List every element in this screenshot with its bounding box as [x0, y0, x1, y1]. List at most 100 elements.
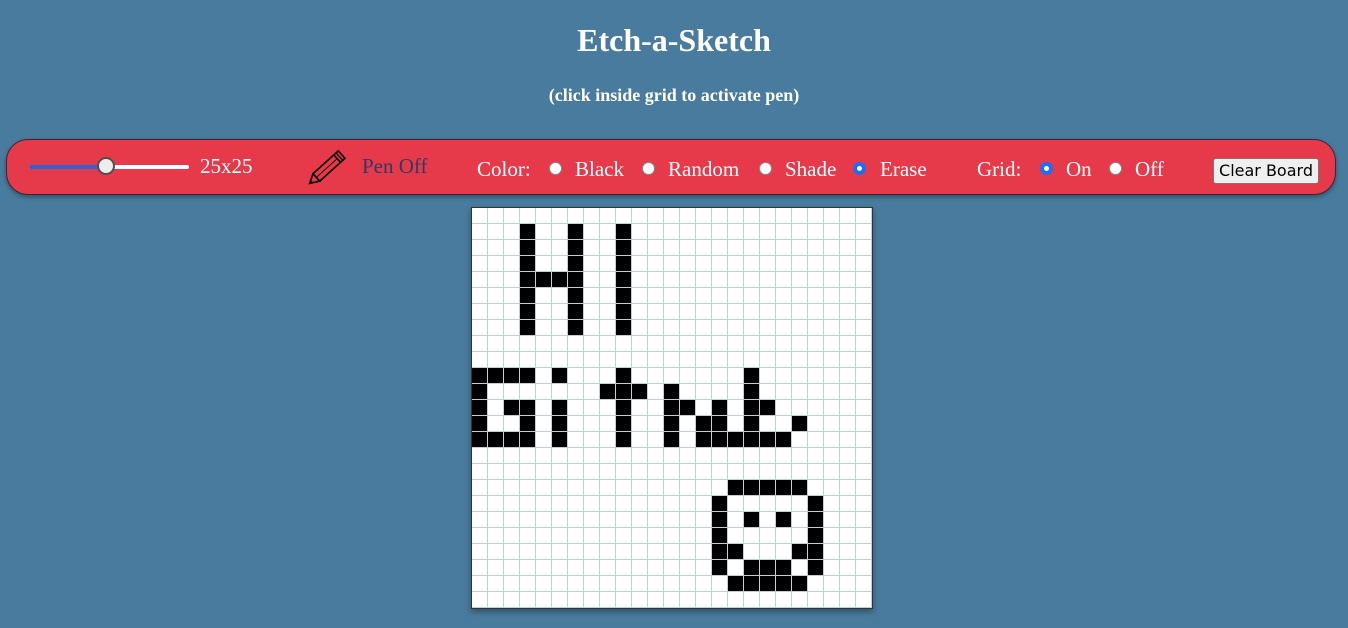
grid-cell[interactable]	[472, 368, 488, 384]
grid-cell[interactable]	[472, 448, 488, 464]
grid-cell[interactable]	[600, 544, 616, 560]
grid-cell[interactable]	[840, 208, 856, 224]
grid-cell[interactable]	[520, 592, 536, 608]
grid-cell[interactable]	[776, 416, 792, 432]
grid-cell[interactable]	[472, 304, 488, 320]
grid-cell[interactable]	[632, 288, 648, 304]
grid-cell[interactable]	[600, 400, 616, 416]
grid-cell[interactable]	[632, 304, 648, 320]
grid-cell[interactable]	[472, 272, 488, 288]
grid-cell[interactable]	[808, 576, 824, 592]
grid-cell[interactable]	[568, 512, 584, 528]
grid-cell[interactable]	[552, 448, 568, 464]
grid-cell[interactable]	[552, 528, 568, 544]
grid-cell[interactable]	[856, 480, 872, 496]
grid-cell[interactable]	[472, 384, 488, 400]
grid-cell[interactable]	[856, 208, 872, 224]
grid-cell[interactable]	[536, 320, 552, 336]
grid-cell[interactable]	[552, 272, 568, 288]
grid-cell[interactable]	[856, 592, 872, 608]
color-shade-radio[interactable]	[759, 162, 772, 175]
grid-cell[interactable]	[648, 416, 664, 432]
grid-cell[interactable]	[632, 336, 648, 352]
grid-cell[interactable]	[472, 352, 488, 368]
grid-cell[interactable]	[824, 320, 840, 336]
grid-cell[interactable]	[808, 304, 824, 320]
grid-cell[interactable]	[600, 368, 616, 384]
grid-cell[interactable]	[696, 528, 712, 544]
grid-cell[interactable]	[488, 272, 504, 288]
grid-cell[interactable]	[584, 480, 600, 496]
grid-cell[interactable]	[824, 528, 840, 544]
grid-cell[interactable]	[600, 480, 616, 496]
grid-cell[interactable]	[680, 592, 696, 608]
grid-cell[interactable]	[584, 320, 600, 336]
grid-cell[interactable]	[776, 576, 792, 592]
grid-cell[interactable]	[744, 224, 760, 240]
grid-cell[interactable]	[520, 400, 536, 416]
grid-cell[interactable]	[792, 512, 808, 528]
grid-cell[interactable]	[696, 496, 712, 512]
grid-cell[interactable]	[632, 432, 648, 448]
grid-cell[interactable]	[584, 592, 600, 608]
grid-cell[interactable]	[776, 528, 792, 544]
grid-cell[interactable]	[808, 528, 824, 544]
grid-cell[interactable]	[632, 464, 648, 480]
grid-cell[interactable]	[776, 272, 792, 288]
grid-cell[interactable]	[856, 272, 872, 288]
grid-cell[interactable]	[728, 208, 744, 224]
grid-cell[interactable]	[520, 272, 536, 288]
grid-cell[interactable]	[680, 240, 696, 256]
grid-cell[interactable]	[696, 368, 712, 384]
grid-cell[interactable]	[696, 480, 712, 496]
grid-cell[interactable]	[696, 544, 712, 560]
grid-cell[interactable]	[584, 496, 600, 512]
grid-cell[interactable]	[728, 288, 744, 304]
grid-cell[interactable]	[856, 304, 872, 320]
grid-cell[interactable]	[856, 240, 872, 256]
grid-cell[interactable]	[568, 272, 584, 288]
grid-cell[interactable]	[792, 432, 808, 448]
grid-cell[interactable]	[728, 496, 744, 512]
grid-cell[interactable]	[520, 240, 536, 256]
grid-cell[interactable]	[536, 464, 552, 480]
grid-cell[interactable]	[856, 256, 872, 272]
grid-cell[interactable]	[856, 448, 872, 464]
grid-cell[interactable]	[552, 432, 568, 448]
grid-cell[interactable]	[600, 208, 616, 224]
grid-cell[interactable]	[632, 416, 648, 432]
grid-cell[interactable]	[696, 288, 712, 304]
grid-cell[interactable]	[824, 256, 840, 272]
grid-cell[interactable]	[680, 480, 696, 496]
grid-cell[interactable]	[648, 544, 664, 560]
grid-cell[interactable]	[600, 448, 616, 464]
grid-cell[interactable]	[616, 480, 632, 496]
grid-cell[interactable]	[488, 384, 504, 400]
grid-cell[interactable]	[664, 272, 680, 288]
grid-cell[interactable]	[712, 480, 728, 496]
grid-cell[interactable]	[856, 464, 872, 480]
grid-cell[interactable]	[472, 288, 488, 304]
grid-cell[interactable]	[776, 368, 792, 384]
grid-cell[interactable]	[792, 288, 808, 304]
grid-cell[interactable]	[792, 528, 808, 544]
grid-cell[interactable]	[792, 480, 808, 496]
grid-cell[interactable]	[536, 384, 552, 400]
grid-cell[interactable]	[616, 384, 632, 400]
grid-cell[interactable]	[584, 528, 600, 544]
grid-cell[interactable]	[776, 208, 792, 224]
grid-cell[interactable]	[840, 464, 856, 480]
grid-cell[interactable]	[504, 400, 520, 416]
grid-cell[interactable]	[648, 352, 664, 368]
grid-cell[interactable]	[584, 400, 600, 416]
grid-cell[interactable]	[840, 368, 856, 384]
grid-cell[interactable]	[616, 256, 632, 272]
grid-cell[interactable]	[712, 208, 728, 224]
grid-cell[interactable]	[712, 320, 728, 336]
grid-cell[interactable]	[600, 384, 616, 400]
grid-cell[interactable]	[616, 576, 632, 592]
grid-cell[interactable]	[728, 544, 744, 560]
grid-cell[interactable]	[776, 256, 792, 272]
grid-cell[interactable]	[520, 352, 536, 368]
grid-cell[interactable]	[744, 400, 760, 416]
